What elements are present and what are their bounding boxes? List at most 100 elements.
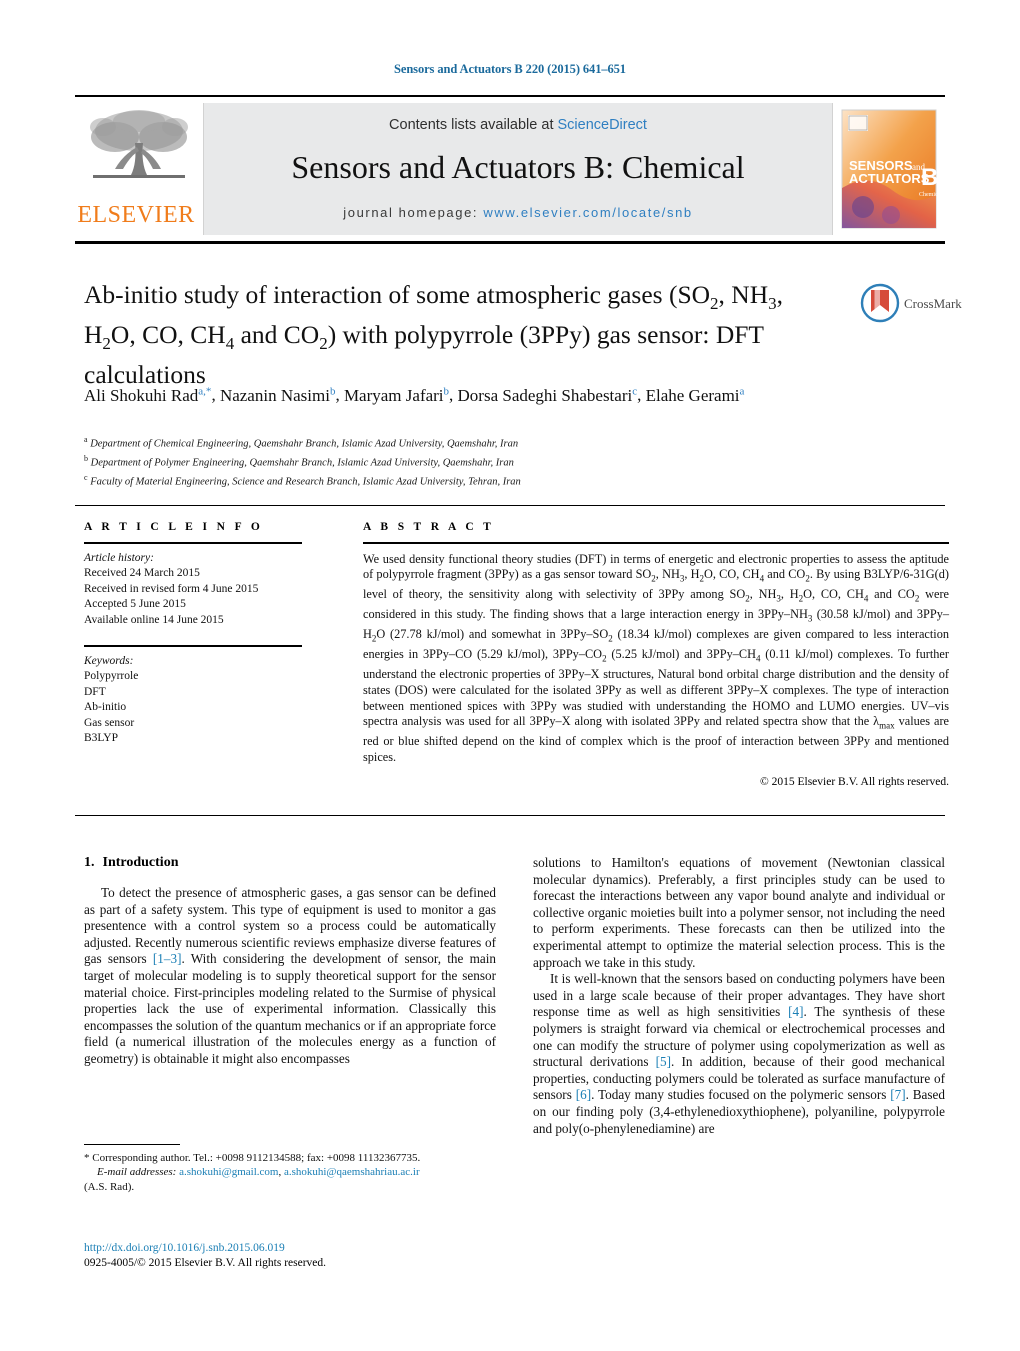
page-title: Ab-initio study of interaction of some a… <box>84 279 824 390</box>
chemical-subscript: 2 <box>651 573 656 584</box>
chemical-subscript: 2 <box>602 653 607 664</box>
svg-text:ACTUATORS: ACTUATORS <box>849 171 930 186</box>
history-item: Accepted 5 June 2015 <box>84 598 186 611</box>
sciencedirect-link[interactable]: ScienceDirect <box>558 117 647 133</box>
chemical-subscript: 2 <box>608 633 613 644</box>
affiliation-item: c Faculty of Material Engineering, Scien… <box>84 471 884 490</box>
citation-link[interactable]: [7] <box>890 1087 905 1102</box>
keywords-label: Keywords: <box>84 654 134 667</box>
section-number: 1. <box>84 855 95 870</box>
keyword-item: Ab-initio <box>84 701 127 714</box>
chemical-subscript: 2 <box>371 633 377 644</box>
svg-text:B: B <box>921 164 938 191</box>
body-paragraph: solutions to Hamilton's equations of mov… <box>533 855 945 970</box>
homepage-url-link[interactable]: www.elsevier.com/locate/snb <box>483 205 692 220</box>
footnote-block: * Corresponding author. Tel.: +0098 9112… <box>84 1144 496 1194</box>
author-affil-mark: b <box>443 385 450 397</box>
journal-cover-image: SENSORS and ACTUATORS B Chemical <box>841 109 942 229</box>
article-info-block: A R T I C L E I N F O Article history: R… <box>84 521 314 747</box>
article-history: Article history: Received 24 March 2015 … <box>84 551 314 629</box>
chemical-subscript: 2 <box>805 573 810 584</box>
homepage-prefix: journal homepage: <box>343 205 479 220</box>
affiliation-item: a Department of Chemical Engineering, Qa… <box>84 433 884 452</box>
chemical-subscript: 2 <box>745 593 750 604</box>
chemical-subscript: 2 <box>699 573 704 584</box>
intro-paragraphs-right: solutions to Hamilton's equations of mov… <box>533 855 945 1137</box>
citation-link[interactable]: [1–3] <box>153 951 182 966</box>
intro-paragraphs-left: To detect the presence of atmospheric ga… <box>84 885 496 1068</box>
title-sub-5: 2 <box>319 334 328 354</box>
article-info-rule <box>84 542 302 544</box>
title-seg-5: and CO <box>234 320 320 350</box>
author-affil-mark: b <box>329 385 336 397</box>
citation-link[interactable]: [6] <box>576 1087 591 1102</box>
keywords-rule <box>84 645 302 647</box>
keywords-block: Keywords: Polypyrrole DFT Ab-initio Gas … <box>84 654 314 747</box>
chemical-subscript: 4 <box>755 653 761 664</box>
affiliation-text: Department of Chemical Engineering, Qaem… <box>90 438 519 450</box>
author-affil-mark: c <box>632 385 638 397</box>
title-sub-3: 2 <box>102 334 111 354</box>
abstract-copyright: © 2015 Elsevier B.V. All rights reserved… <box>760 776 949 789</box>
doi-block: http://dx.doi.org/10.1016/j.snb.2015.06.… <box>84 1241 496 1271</box>
author-name: Ali Shokuhi Rad <box>84 385 199 405</box>
email-label: E-mail addresses: <box>97 1166 177 1179</box>
email-owner: (A.S. Rad). <box>84 1180 135 1193</box>
journal-band: Contents lists available at ScienceDirec… <box>204 103 832 235</box>
author-item: Dorsa Sadeghi Shabestaric <box>458 385 638 405</box>
body-column-left: 1. Introduction To detect the presence of… <box>84 855 496 1068</box>
author-name: Nazanin Nasimi <box>219 385 330 405</box>
affiliation-mark: b <box>84 454 88 463</box>
elsevier-tree-icon <box>90 110 188 178</box>
abstract-bottom-rule <box>75 815 945 816</box>
chemical-subscript: 4 <box>759 573 765 584</box>
chemical-subscript: 3 <box>679 573 685 584</box>
footnote-rule <box>84 1144 180 1145</box>
crossmark-badge[interactable]: CrossMark <box>860 283 962 329</box>
chemical-subscript: 3 <box>776 593 781 604</box>
journal-masthead: ELSEVIER Contents lists available at Sci… <box>75 95 945 237</box>
citation-link[interactable]: [5] <box>656 1054 671 1069</box>
author-affil-mark: a,* <box>198 385 212 397</box>
journal-title: Sensors and Actuators B: Chemical <box>291 149 745 185</box>
doi-link[interactable]: http://dx.doi.org/10.1016/j.snb.2015.06.… <box>84 1241 496 1256</box>
title-sub-2: 3 <box>768 294 777 314</box>
issn-copyright-line: 0925-4005/© 2015 Elsevier B.V. All right… <box>84 1257 327 1269</box>
chemical-subscript: 2 <box>798 593 804 604</box>
title-seg-2: , NH <box>718 280 769 309</box>
keyword-item: Gas sensor <box>84 716 135 729</box>
email-link-2[interactable]: a.shokuhi@qaemshahriau.ac.ir <box>284 1166 420 1178</box>
affiliation-text: Faculty of Material Engineering, Science… <box>90 476 521 488</box>
abstract-top-rule <box>75 505 945 506</box>
author-name: Maryam Jafari <box>343 385 444 405</box>
citation-link[interactable]: [4] <box>788 1004 803 1019</box>
affiliation-list: a Department of Chemical Engineering, Qa… <box>84 433 884 490</box>
keyword-item: B3LYP <box>84 732 118 745</box>
body-paragraph: To detect the presence of atmospheric ga… <box>84 885 496 1066</box>
body-paragraph: It is well-known that the sensors based … <box>533 971 945 1136</box>
crossmark-label: CrossMark <box>904 296 962 311</box>
journal-homepage-line: journal homepage: www.elsevier.com/locat… <box>204 205 832 220</box>
abstract-text: We used density functional theory studie… <box>363 551 950 764</box>
title-seg-1: Ab-initio study of interaction of some a… <box>84 280 711 309</box>
author-name: Elahe Gerami <box>645 385 740 405</box>
affiliation-mark: c <box>84 473 88 482</box>
corresponding-marker: * <box>84 1152 90 1164</box>
email-link-1[interactable]: a.shokuhi@gmail.com <box>179 1166 278 1178</box>
title-sub-4: 4 <box>225 334 235 354</box>
running-head: Sensors and Actuators B 220 (2015) 641–6… <box>394 62 626 76</box>
affiliation-item: b Department of Polymer Engineering, Qae… <box>84 452 884 471</box>
corresponding-author-note: * Corresponding author. Tel.: +0098 9112… <box>84 1151 496 1194</box>
author-item: Maryam Jafarib <box>343 385 450 405</box>
corresponding-text: Corresponding author. Tel.: +0098 911213… <box>92 1152 421 1164</box>
title-seg-4: O, CO, CH <box>110 320 226 350</box>
author-item: Elahe Geramia <box>645 385 745 405</box>
chemical-subscript: max <box>879 720 895 731</box>
svg-text:Chemical: Chemical <box>919 192 942 198</box>
abstract-heading: A B S T R A C T <box>363 521 495 533</box>
masthead-bottom-rule <box>75 241 945 244</box>
chemical-subscript: 4 <box>863 593 869 604</box>
title-sub-1: 2 <box>710 294 719 314</box>
author-affil-mark: a <box>739 385 745 397</box>
keyword-item: DFT <box>84 685 106 698</box>
